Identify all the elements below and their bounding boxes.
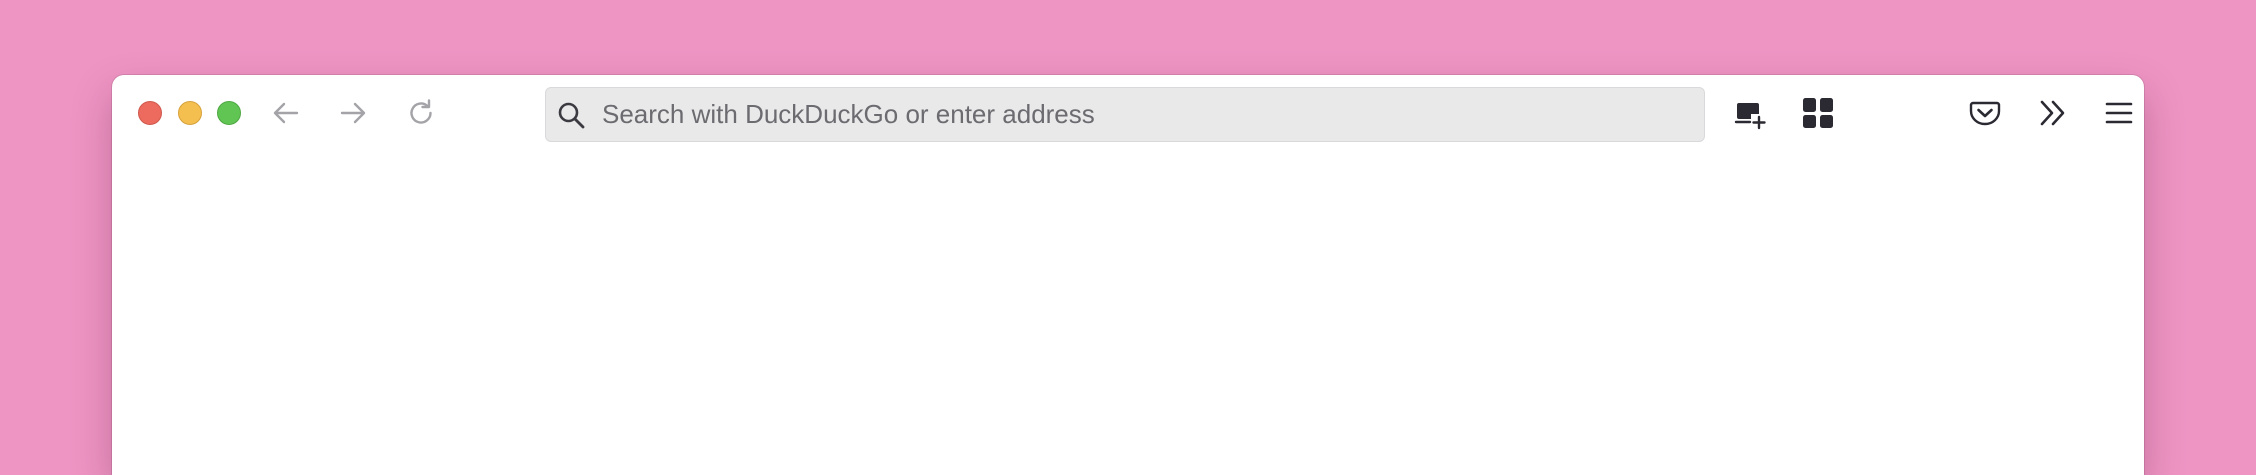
close-window-button[interactable] [138, 101, 162, 125]
double-chevron-right-icon [2036, 96, 2070, 130]
browser-window: Search with DuckDuckGo or enter address [112, 75, 2144, 475]
search-icon [556, 100, 586, 130]
pocket-button[interactable] [1963, 91, 2007, 135]
minimize-window-button[interactable] [178, 101, 202, 125]
arrow-right-icon [337, 97, 369, 129]
forward-button[interactable] [331, 91, 375, 135]
pocket-icon [1968, 96, 2002, 130]
app-menu-button[interactable] [2097, 91, 2141, 135]
toolbar: Search with DuckDuckGo or enter address [112, 75, 2144, 157]
arrow-left-icon [270, 97, 302, 129]
new-private-window-button[interactable] [1728, 91, 1772, 135]
hamburger-icon [2103, 97, 2135, 129]
url-bar-placeholder: Search with DuckDuckGo or enter address [602, 99, 1095, 129]
window-plus-icon [1732, 95, 1768, 131]
firefox-view-button[interactable] [1796, 91, 1840, 135]
zoom-window-button[interactable] [217, 101, 241, 125]
reload-button[interactable] [399, 91, 443, 135]
url-bar[interactable]: Search with DuckDuckGo or enter address [545, 87, 1705, 142]
reload-icon [405, 97, 437, 129]
page-content [112, 157, 2144, 475]
back-button[interactable] [264, 91, 308, 135]
tiles-icon [1800, 95, 1836, 131]
overflow-menu-button[interactable] [2031, 91, 2075, 135]
